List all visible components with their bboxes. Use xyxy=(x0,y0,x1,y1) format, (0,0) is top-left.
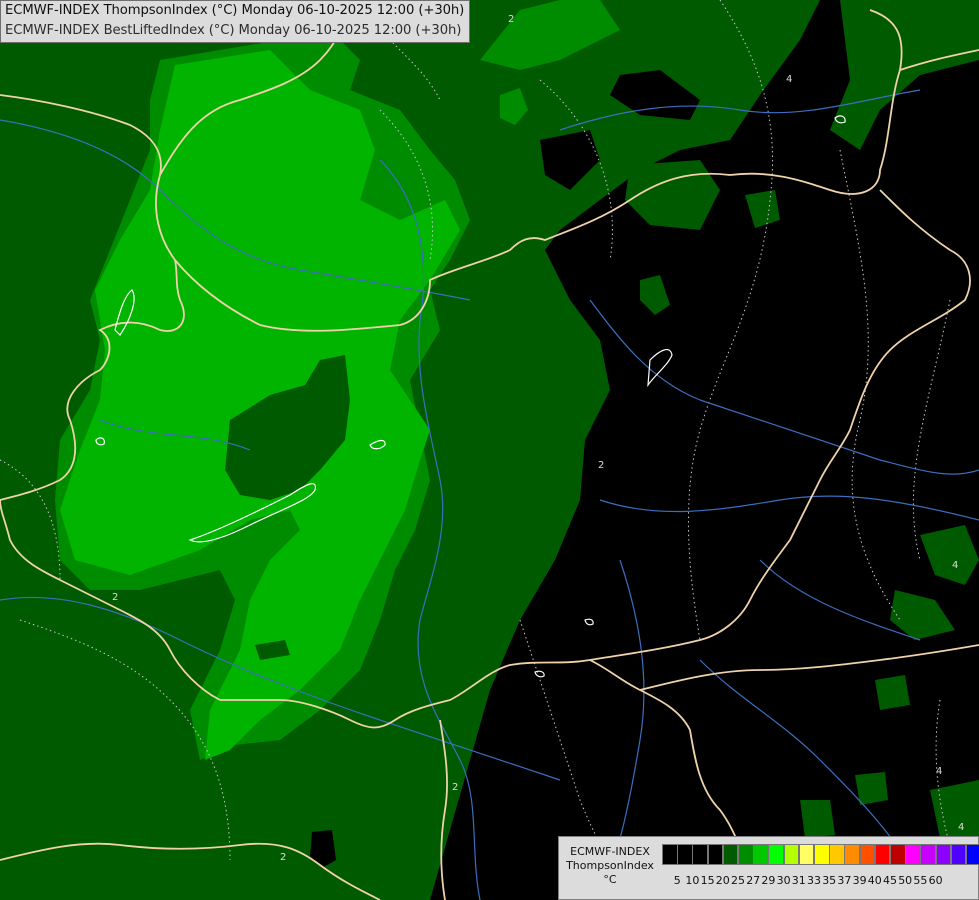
legend-swatch xyxy=(950,844,967,865)
legend-swatch xyxy=(859,844,876,865)
legend-swatch xyxy=(677,844,693,865)
legend-swatch xyxy=(890,844,906,865)
legend-tick-labels: 5 10 15 20 25 27 29 30 31 33 35 37 39 40 45 50 55 60 xyxy=(662,874,979,888)
legend-swatch xyxy=(814,844,830,865)
legend-swatch xyxy=(692,844,709,865)
legend-swatch xyxy=(874,844,891,865)
green-patch-e5 xyxy=(875,675,910,710)
map-title-primary: ECMWF-INDEX ThompsonIndex (°C) Monday 06… xyxy=(5,3,465,18)
color-legend: ECMWF-INDEX ThompsonIndex °C 5 10 15 20 25 27… xyxy=(558,836,979,900)
legend-swatch xyxy=(783,844,800,865)
green-patch-e8 xyxy=(800,800,835,838)
contour-label: 4 xyxy=(786,74,792,85)
legend-swatch xyxy=(738,844,754,865)
contour-label: 2 xyxy=(280,852,286,863)
legend-swatch xyxy=(707,844,724,865)
legend-swatch xyxy=(798,844,815,865)
legend-swatch xyxy=(753,844,769,865)
contour-label: 2 xyxy=(112,592,118,603)
contour-label: 4 xyxy=(936,766,942,777)
legend-caption: ECMWF-INDEX ThompsonIndex °C xyxy=(562,845,658,887)
legend-tick-label: 60 xyxy=(928,874,943,887)
legend-caption-index: ThompsonIndex xyxy=(566,859,654,872)
legend-swatch xyxy=(920,844,937,865)
weather-map: 2 2 2 2 2 4 4 4 4 xyxy=(0,0,979,900)
legend-swatch xyxy=(966,844,979,865)
contour-label: 4 xyxy=(952,560,958,571)
contour-label: 4 xyxy=(958,822,964,833)
legend-swatch xyxy=(722,844,739,865)
legend-swatch xyxy=(829,844,845,865)
contour-label: 2 xyxy=(452,782,458,793)
contour-label: 2 xyxy=(508,14,514,25)
legend-swatch xyxy=(768,844,785,865)
green-patch-e6 xyxy=(855,772,888,805)
map-title-panel: ECMWF-INDEX ThompsonIndex (°C) Monday 06… xyxy=(0,0,470,43)
map-title-secondary: ECMWF-INDEX BestLiftedIndex (°C) Monday … xyxy=(5,23,462,38)
legend-swatch xyxy=(844,844,861,865)
contour-label: 2 xyxy=(598,460,604,471)
legend-swatch xyxy=(662,844,678,865)
legend-swatch xyxy=(935,844,952,865)
legend-caption-model: ECMWF-INDEX xyxy=(570,845,650,858)
legend-swatch xyxy=(905,844,921,865)
legend-caption-unit: °C xyxy=(603,873,617,886)
